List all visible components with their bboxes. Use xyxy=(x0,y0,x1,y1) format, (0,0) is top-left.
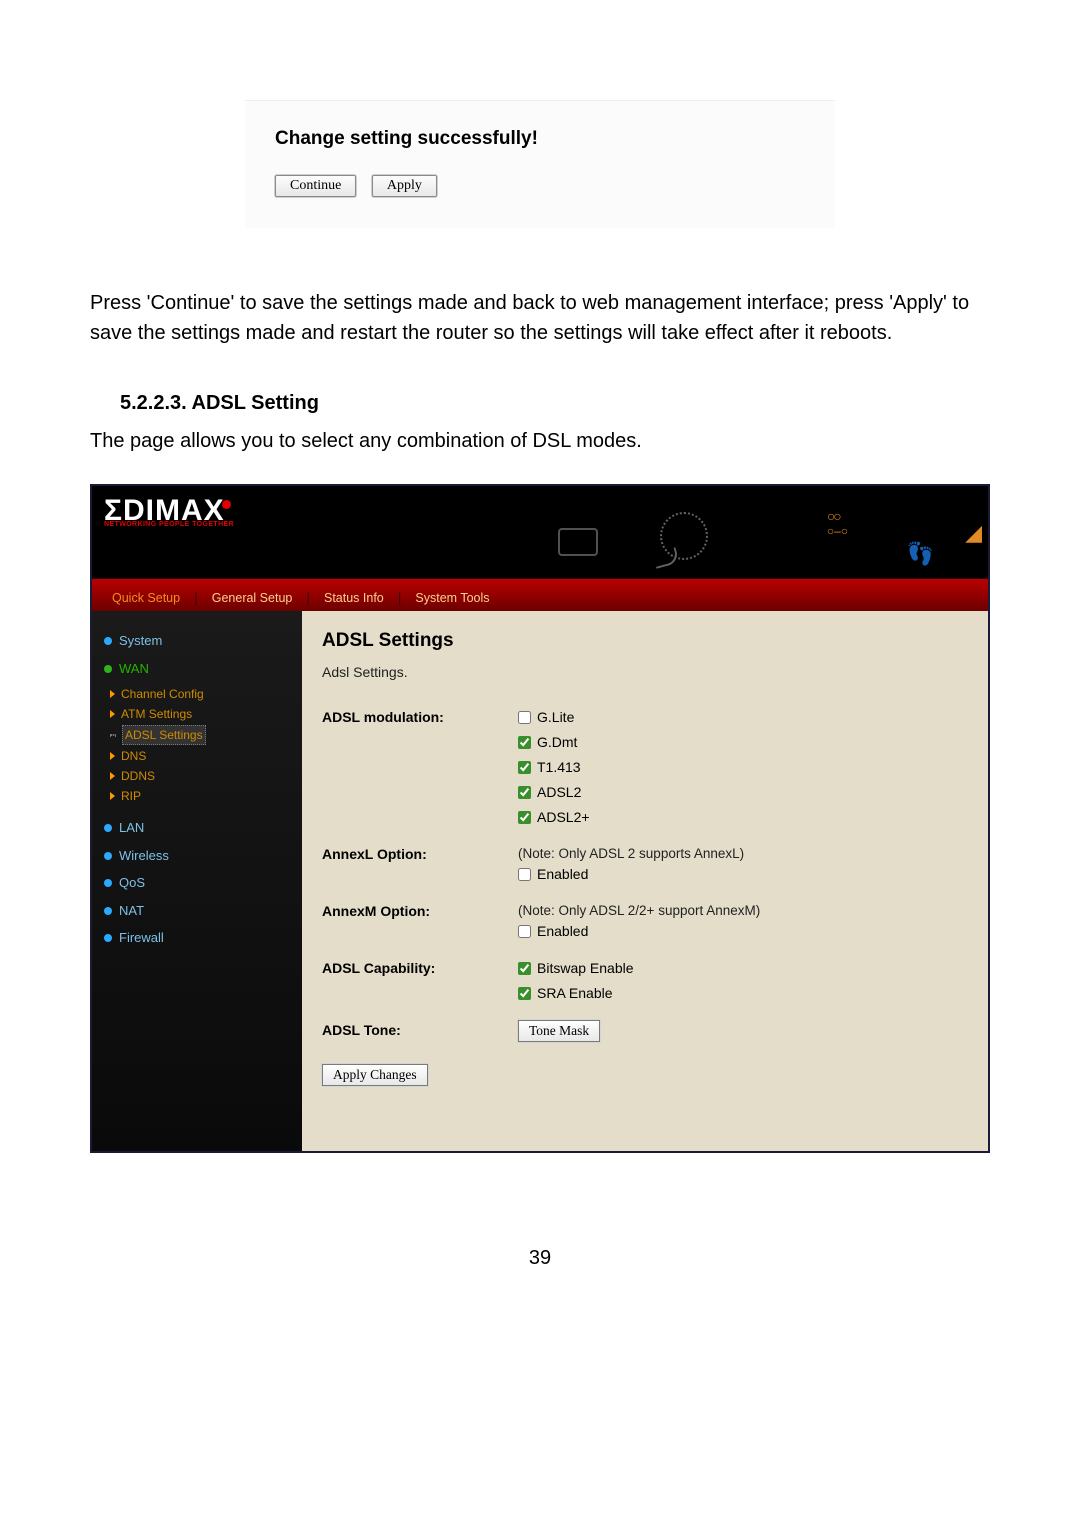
router-header: ΣDIMAX NETWORKING PEOPLE TOGETHER ○–○ 👣 … xyxy=(92,486,988,578)
checkbox-sra[interactable]: SRA Enable xyxy=(518,983,968,1004)
apply-changes-button[interactable]: Apply Changes xyxy=(322,1064,428,1086)
nav-tabs: Quick Setup| General Setup| Status Info|… xyxy=(92,578,988,612)
field-annexm: AnnexM Option: (Note: Only ADSL 2/2+ sup… xyxy=(322,895,968,952)
sidebar-item-wan[interactable]: WAN xyxy=(102,655,292,683)
sidebar-item-adsl-settings[interactable]: ADSL Settings xyxy=(110,724,292,746)
router-body: System WAN Channel Config ATM Settings A… xyxy=(92,611,988,1151)
sidebar-item-channel-config[interactable]: Channel Config xyxy=(110,684,292,704)
sidebar-item-ddns[interactable]: DDNS xyxy=(110,766,292,786)
arrow-icon xyxy=(110,752,115,760)
sidebar-item-system[interactable]: System xyxy=(102,627,292,655)
sidebar-item-firewall[interactable]: Firewall xyxy=(102,924,292,952)
sidebar-item-atm-settings[interactable]: ATM Settings xyxy=(110,704,292,724)
tab-system-tools[interactable]: System Tools xyxy=(403,584,501,612)
tab-status-info[interactable]: Status Info xyxy=(312,584,396,612)
footprint-icon: 👣 xyxy=(907,537,934,570)
smiley-icon xyxy=(660,512,708,560)
success-dialog: Change setting successfully! Continue Ap… xyxy=(245,100,835,228)
continue-button[interactable]: Continue xyxy=(275,175,356,197)
tone-mask-button[interactable]: Tone Mask xyxy=(518,1020,600,1042)
field-annexl: AnnexL Option: (Note: Only ADSL 2 suppor… xyxy=(322,838,968,895)
bullet-icon xyxy=(104,934,112,942)
bullet-icon xyxy=(104,824,112,832)
sidebar-item-qos[interactable]: QoS xyxy=(102,869,292,897)
bullet-icon xyxy=(104,852,112,860)
annexm-label: AnnexM Option: xyxy=(322,901,518,946)
wan-submenu: Channel Config ATM Settings ADSL Setting… xyxy=(110,684,292,806)
field-adsl-modulation: ADSL modulation: G.Lite G.Dmt T1.413 ADS… xyxy=(322,701,968,838)
checkbox-t1413[interactable]: T1.413 xyxy=(518,757,968,778)
sidebar-item-lan[interactable]: LAN xyxy=(102,814,292,842)
tone-label: ADSL Tone: xyxy=(322,1020,518,1042)
annexl-note: (Note: Only ADSL 2 supports AnnexL) xyxy=(518,844,968,864)
checkbox-adsl2plus[interactable]: ADSL2+ xyxy=(518,807,968,828)
annexl-label: AnnexL Option: xyxy=(322,844,518,889)
sidebar-item-wireless[interactable]: Wireless xyxy=(102,842,292,870)
tab-general-setup[interactable]: General Setup xyxy=(200,584,305,612)
annexm-note: (Note: Only ADSL 2/2+ support AnnexM) xyxy=(518,901,968,921)
checkbox-glite[interactable]: G.Lite xyxy=(518,707,968,728)
capability-label: ADSL Capability: xyxy=(322,958,518,1008)
folder-icon xyxy=(558,528,598,556)
page-number: 39 xyxy=(90,1243,990,1273)
sidebar-item-rip[interactable]: RIP xyxy=(110,786,292,806)
people-icon: ○–○ xyxy=(827,508,848,539)
sidebar-item-dns[interactable]: DNS xyxy=(110,746,292,766)
checkbox-adsl2[interactable]: ADSL2 xyxy=(518,782,968,803)
tab-quick-setup[interactable]: Quick Setup xyxy=(100,584,192,612)
person-icon: ◢ xyxy=(965,516,982,549)
section-intro: The page allows you to select any combin… xyxy=(90,426,990,456)
section-heading: 5.2.2.3. ADSL Setting xyxy=(120,388,990,418)
panel-title: ADSL Settings xyxy=(322,627,968,656)
checkbox-annexl-enabled[interactable]: Enabled xyxy=(518,864,968,885)
sidebar-item-nat[interactable]: NAT xyxy=(102,897,292,925)
field-capability: ADSL Capability: Bitswap Enable SRA Enab… xyxy=(322,952,968,1014)
router-ui-screenshot: ΣDIMAX NETWORKING PEOPLE TOGETHER ○–○ 👣 … xyxy=(90,484,990,1154)
arrow-icon xyxy=(110,772,115,780)
arrow-icon xyxy=(110,690,115,698)
field-tone: ADSL Tone: Tone Mask xyxy=(322,1014,968,1048)
logo-dot-icon xyxy=(222,500,231,509)
checkbox-gdmt[interactable]: G.Dmt xyxy=(518,732,968,753)
content-panel: ADSL Settings Adsl Settings. ADSL modula… xyxy=(302,611,988,1151)
arrow-icon xyxy=(110,734,116,736)
panel-subtitle: Adsl Settings. xyxy=(322,662,968,683)
bullet-icon xyxy=(104,665,112,673)
bullet-icon xyxy=(104,907,112,915)
modulation-label: ADSL modulation: xyxy=(322,707,518,832)
checkbox-annexm-enabled[interactable]: Enabled xyxy=(518,921,968,942)
arrow-icon xyxy=(110,710,115,718)
arrow-icon xyxy=(110,792,115,800)
bullet-icon xyxy=(104,637,112,645)
bullet-icon xyxy=(104,879,112,887)
sidebar: System WAN Channel Config ATM Settings A… xyxy=(92,611,302,1151)
paragraph-continue-apply: Press 'Continue' to save the settings ma… xyxy=(90,288,990,348)
apply-button[interactable]: Apply xyxy=(372,175,437,197)
dialog-title: Change setting successfully! xyxy=(275,125,805,154)
checkbox-bitswap[interactable]: Bitswap Enable xyxy=(518,958,968,979)
apply-row: Apply Changes xyxy=(322,1064,968,1086)
